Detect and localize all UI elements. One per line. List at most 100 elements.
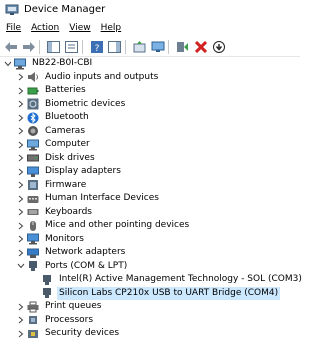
tree-item-keyboards[interactable]: Keyboards (0, 206, 300, 220)
enable-device-icon[interactable] (175, 39, 190, 54)
tree-item-network-adapters[interactable]: Network adapters (0, 246, 300, 260)
tree-item-label: Computer (45, 139, 90, 150)
chevron-right-icon[interactable] (17, 141, 25, 149)
tree-item-port-com3[interactable]: Intel(R) Active Management Technology - … (0, 273, 302, 287)
menu-action[interactable]: Action (30, 23, 60, 33)
svg-text:?: ? (94, 44, 99, 53)
toolbar: ? (0, 37, 300, 57)
uninstall-device-icon[interactable] (193, 39, 208, 54)
toolbar-separator (82, 39, 83, 54)
computer-icon (27, 139, 39, 151)
firmware-icon (27, 179, 39, 191)
tree-item-label: Bluetooth (45, 112, 89, 123)
tree-item-security-devices[interactable]: Security devices (0, 327, 300, 341)
tree-item-bluetooth[interactable]: Bluetooth (0, 111, 300, 125)
tree-item-audio[interactable]: Audio inputs and outputs (0, 71, 300, 85)
camera-icon (27, 125, 39, 137)
tree-item-biometric[interactable]: Biometric devices (0, 98, 300, 112)
chevron-right-icon[interactable] (17, 195, 25, 203)
chevron-right-icon[interactable] (17, 100, 25, 108)
tree-item-label: Biometric devices (45, 98, 126, 109)
computer-icon (14, 58, 26, 70)
menu-view[interactable]: View (68, 23, 91, 33)
chevron-down-icon[interactable] (4, 60, 12, 68)
update-driver-icon[interactable] (132, 39, 147, 54)
tree-item-computer[interactable]: Computer (0, 138, 300, 152)
chevron-right-icon[interactable] (17, 303, 25, 311)
tree-item-label: Processors (45, 314, 94, 325)
mouse-icon (27, 220, 39, 232)
tree-item-firmware[interactable]: Firmware (0, 179, 300, 193)
display-adapter-icon (27, 166, 39, 178)
security-device-icon (27, 328, 39, 340)
chevron-right-icon[interactable] (17, 73, 25, 81)
action-pane-icon[interactable] (107, 39, 122, 54)
tree-item-hid[interactable]: Human Interface Devices (0, 192, 300, 206)
tree-item-label: Ports (COM & LPT) (45, 260, 128, 271)
speaker-icon (27, 71, 39, 83)
chevron-down-icon[interactable] (17, 262, 25, 270)
toolbar-separator (125, 39, 126, 54)
hid-icon (27, 193, 39, 205)
tree-item-cameras[interactable]: Cameras (0, 125, 300, 139)
window-title: Device Manager (24, 4, 106, 15)
network-adapter-icon (27, 247, 39, 259)
tree-item-label: Print queues (45, 301, 102, 312)
tree-item-monitors[interactable]: Monitors (0, 233, 300, 247)
tree-item-mice[interactable]: Mice and other pointing devices (0, 219, 300, 233)
tree-item-label: Firmware (45, 179, 87, 190)
keyboard-icon (27, 206, 39, 218)
tree-item-batteries[interactable]: Batteries (0, 84, 300, 98)
chevron-right-icon[interactable] (17, 127, 25, 135)
chevron-right-icon[interactable] (17, 208, 25, 216)
toolbar-separator (168, 39, 169, 54)
chevron-right-icon[interactable] (17, 87, 25, 95)
chevron-right-icon[interactable] (17, 168, 25, 176)
menu-help[interactable]: Help (100, 23, 123, 33)
tree-root-label: NB22-B0I-CBI (32, 58, 93, 69)
monitor-scan-icon[interactable] (150, 39, 165, 54)
tree-item-label: Disk drives (45, 152, 95, 163)
help-icon[interactable]: ? (89, 39, 104, 54)
tree-item-disk-drives[interactable]: Disk drives (0, 152, 300, 166)
menu-file[interactable]: File (5, 23, 22, 33)
tree-item-processors[interactable]: Processors (0, 314, 300, 328)
tree-root[interactable]: NB22-B0I-CBI (0, 57, 300, 71)
chevron-right-icon[interactable] (17, 114, 25, 122)
tree-item-label: Human Interface Devices (45, 193, 159, 204)
tree-item-label: Monitors (45, 233, 84, 244)
processor-icon (27, 314, 39, 326)
show-hide-console-tree-icon[interactable] (46, 39, 61, 54)
tree-item-label: Security devices (45, 328, 120, 339)
tree-item-label: Audio inputs and outputs (45, 71, 159, 82)
printer-icon (27, 301, 39, 313)
chevron-right-icon[interactable] (17, 181, 25, 189)
tree-item-label: Mice and other pointing devices (45, 220, 190, 231)
battery-icon (27, 85, 39, 97)
tree-item-print-queues[interactable]: Print queues (0, 300, 300, 314)
forward-arrow-icon[interactable] (21, 39, 36, 54)
toolbar-separator (39, 39, 40, 54)
port-icon (41, 274, 53, 286)
tree-item-ports[interactable]: Ports (COM & LPT) (0, 260, 300, 274)
port-icon (41, 287, 53, 299)
chevron-right-icon[interactable] (17, 154, 25, 162)
monitor-icon (27, 233, 39, 245)
properties-icon[interactable] (64, 39, 79, 54)
chevron-right-icon[interactable] (17, 222, 25, 230)
tree-item-label: Intel(R) Active Management Technology - … (59, 274, 302, 285)
disable-device-icon[interactable] (211, 39, 226, 54)
disk-drive-icon (27, 152, 39, 164)
chevron-right-icon[interactable] (17, 249, 25, 257)
chevron-right-icon[interactable] (17, 316, 25, 324)
tree-item-display-adapters[interactable]: Display adapters (0, 165, 300, 179)
device-manager-app-icon (5, 4, 19, 16)
tree-item-label: Cameras (45, 125, 86, 136)
back-arrow-icon[interactable] (3, 39, 18, 54)
bluetooth-icon (27, 112, 39, 124)
tree-item-port-com4[interactable]: Silicon Labs CP210x USB to UART Bridge (… (0, 286, 300, 301)
chevron-right-icon[interactable] (17, 235, 25, 243)
tree-item-label: Keyboards (45, 206, 92, 217)
tree-item-label: Batteries (45, 85, 86, 96)
fingerprint-icon (27, 98, 39, 110)
